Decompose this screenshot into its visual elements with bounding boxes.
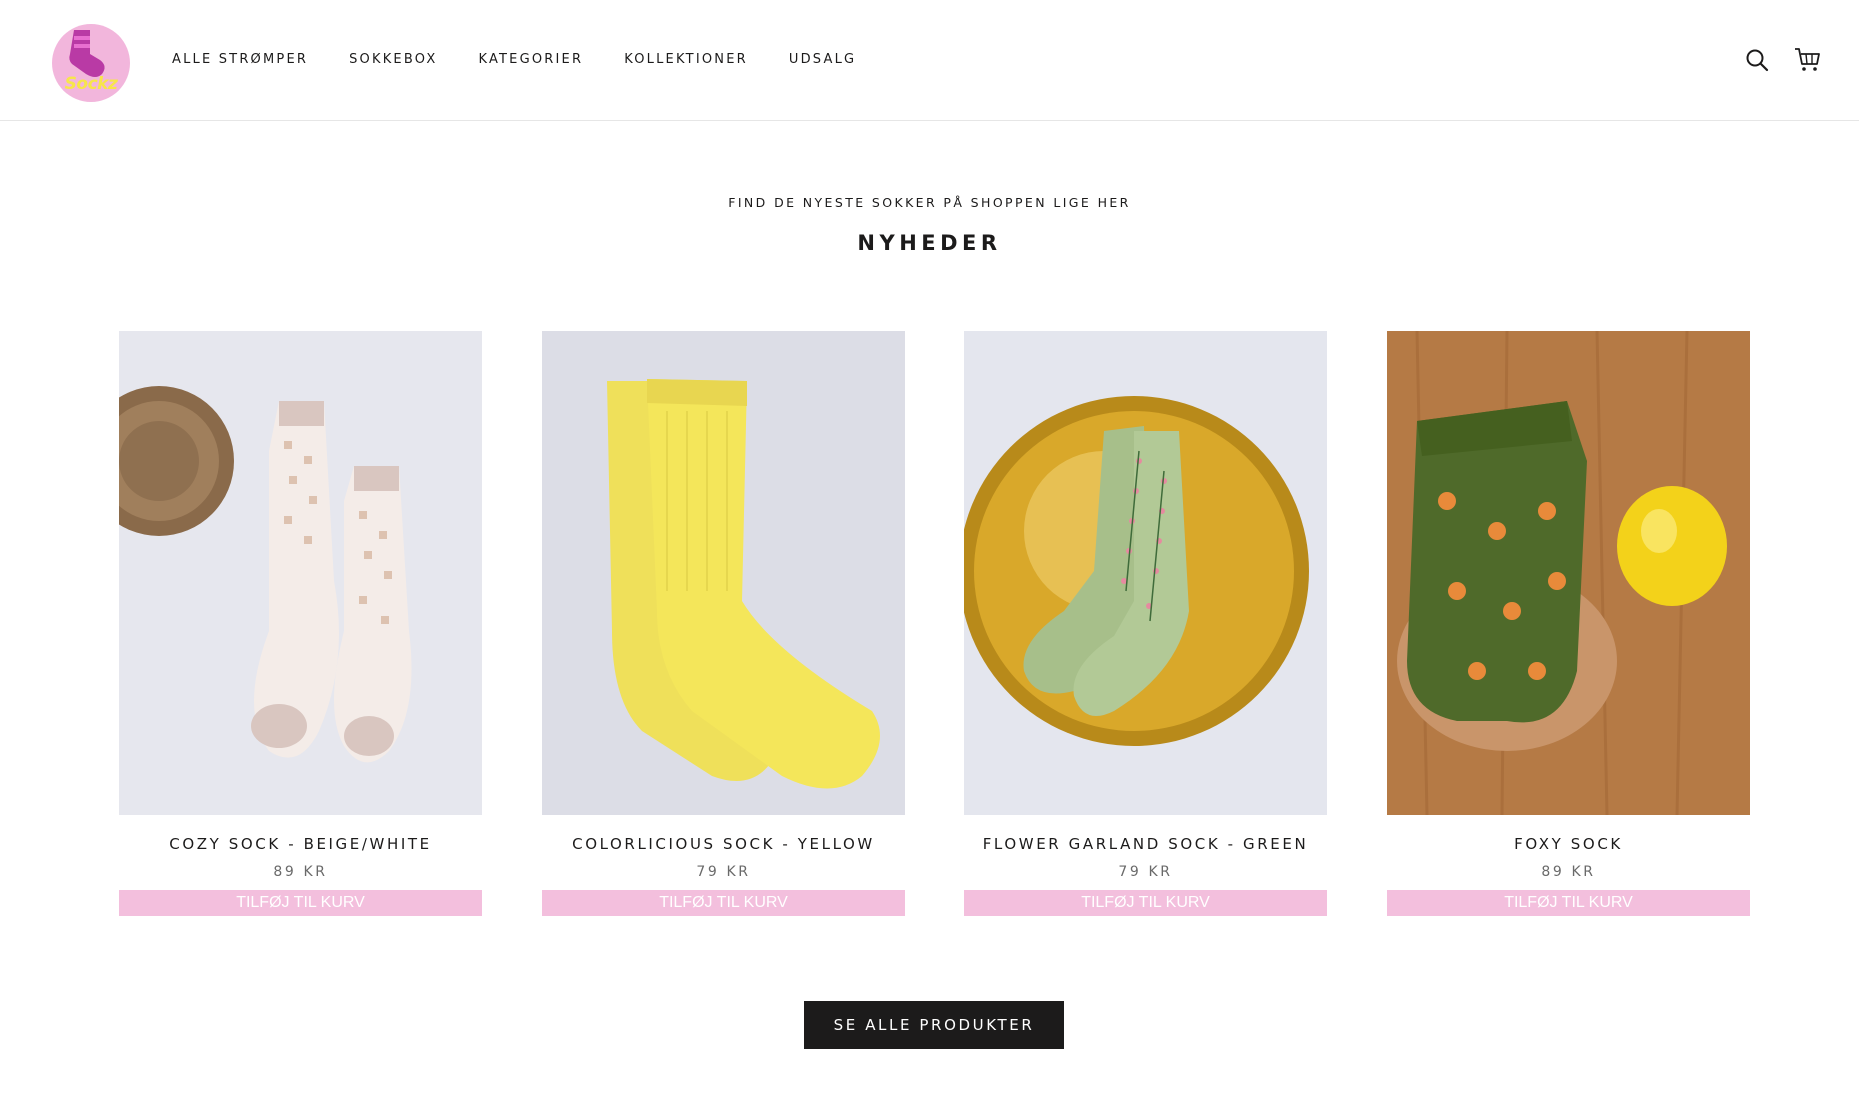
product-price: 79 KR (696, 864, 751, 880)
section-title: NYHEDER (857, 231, 1002, 255)
cart-icon[interactable] (1793, 46, 1820, 72)
product-card: COLORLICIOUS SOCK - YELLOW 79 KR TILFØJ … (542, 331, 905, 916)
nav-item-udsalg[interactable]: UDSALG (789, 52, 856, 67)
add-to-cart-button[interactable]: TILFØJ TIL KURV (119, 890, 482, 916)
add-to-cart-button[interactable]: TILFØJ TIL KURV (542, 890, 905, 916)
search-icon[interactable] (1745, 48, 1771, 74)
product-card: FLOWER GARLAND SOCK - GREEN 79 KR TILFØJ… (964, 331, 1327, 916)
nav-item-kategorier[interactable]: KATEGORIER (478, 52, 583, 67)
product-name[interactable]: COLORLICIOUS SOCK - YELLOW (542, 835, 905, 853)
product-price: 79 KR (1118, 864, 1173, 880)
product-name[interactable]: FLOWER GARLAND SOCK - GREEN (964, 835, 1327, 853)
nav-item-sokkebox[interactable]: SOKKEBOX (349, 52, 437, 67)
main-nav: ALLE STRØMPER SOKKEBOX KATEGORIER KOLLEK… (172, 52, 897, 67)
see-all-products-button[interactable]: SE ALLE PRODUKTER (804, 1001, 1064, 1049)
product-image[interactable] (542, 331, 905, 815)
add-to-cart-button[interactable]: TILFØJ TIL KURV (964, 890, 1327, 916)
product-image[interactable] (119, 331, 482, 815)
nav-item-alle-stroemper[interactable]: ALLE STRØMPER (172, 52, 308, 67)
nav-item-kollektioner[interactable]: KOLLEKTIONER (624, 52, 748, 67)
section-kicker: FIND DE NYESTE SOKKER PÅ SHOPPEN LIGE HE… (728, 195, 1131, 210)
product-name[interactable]: COZY SOCK - BEIGE/WHITE (119, 835, 482, 853)
product-price: 89 KR (1541, 864, 1596, 880)
product-price: 89 KR (273, 864, 328, 880)
product-image[interactable] (964, 331, 1327, 815)
add-to-cart-button[interactable]: TILFØJ TIL KURV (1387, 890, 1750, 916)
product-name[interactable]: FOXY SOCK (1387, 835, 1750, 853)
product-image[interactable] (1387, 331, 1750, 815)
site-header: Sockz ALLE STRØMPER SOKKEBOX KATEGORIER … (0, 0, 1859, 121)
product-card: FOXY SOCK 89 KR TILFØJ TIL KURV (1387, 331, 1750, 916)
brand-logo[interactable]: Sockz (52, 24, 130, 102)
product-card: COZY SOCK - BEIGE/WHITE 89 KR TILFØJ TIL… (119, 331, 482, 916)
logo-text: Sockz (64, 74, 118, 94)
